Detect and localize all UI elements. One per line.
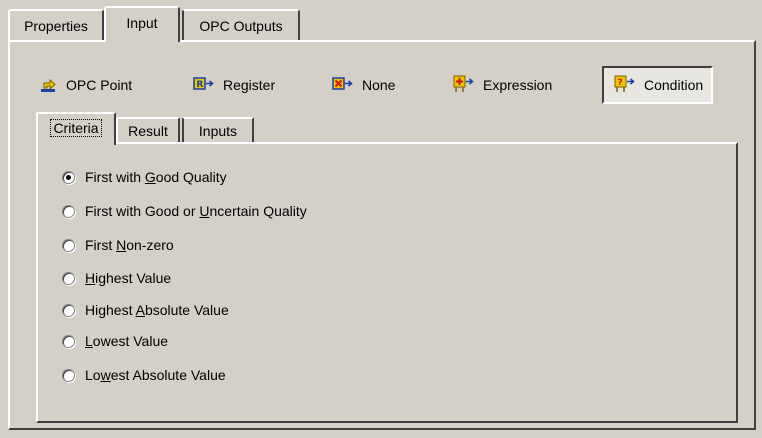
source-register-button[interactable]: R Register	[193, 72, 275, 98]
tab-inputs-label: Inputs	[198, 123, 238, 139]
tab-criteria-label: Criteria	[50, 119, 102, 137]
radio-label: Lowest Value	[85, 333, 169, 349]
radio-button-selected[interactable]	[62, 170, 75, 184]
source-opc-point-label: OPC Point	[66, 77, 133, 93]
source-register-label: Register	[223, 77, 276, 93]
radio-label: First with Good Quality	[85, 169, 227, 185]
svg-text:R: R	[197, 80, 204, 90]
source-opc-point-button[interactable]: OPC Point	[40, 72, 132, 98]
tab-result[interactable]: Result	[116, 117, 180, 143]
register-icon: R	[193, 76, 215, 95]
radio-label: First Non-zero	[85, 237, 174, 253]
radio-button[interactable]	[62, 204, 75, 218]
radio-button[interactable]	[62, 334, 75, 348]
tab-inputs[interactable]: Inputs	[182, 117, 254, 143]
source-none-label: None	[362, 77, 396, 93]
tab-properties-label: Properties	[24, 17, 88, 34]
radio-highest-value[interactable]: Highest Value	[62, 267, 171, 289]
radio-first-good-or-uncertain-quality[interactable]: First with Good or Uncertain Quality	[62, 200, 307, 222]
radio-button[interactable]	[62, 271, 75, 285]
radio-first-good-quality[interactable]: First with Good Quality	[62, 166, 227, 188]
radio-label: First with Good or Uncertain Quality	[85, 203, 307, 219]
source-condition-button[interactable]: ? Condition	[602, 66, 714, 104]
none-icon	[332, 76, 354, 95]
radio-button[interactable]	[62, 238, 75, 252]
source-none-button[interactable]: None	[332, 72, 395, 98]
tab-result-label: Result	[128, 123, 168, 139]
tab-properties[interactable]: Properties	[8, 9, 104, 40]
source-condition-label: Condition	[644, 77, 704, 93]
tab-criteria[interactable]: Criteria	[36, 112, 116, 145]
source-expression-label: Expression	[483, 77, 553, 93]
tab-opc-outputs[interactable]: OPC Outputs	[182, 9, 300, 40]
tab-opc-outputs-label: OPC Outputs	[199, 17, 283, 34]
radio-lowest-value[interactable]: Lowest Value	[62, 330, 168, 352]
radio-first-non-zero[interactable]: First Non-zero	[62, 234, 174, 256]
tab-input[interactable]: Input	[104, 6, 180, 42]
expression-icon	[453, 75, 475, 96]
svg-text:?: ?	[618, 78, 623, 88]
radio-highest-absolute-value[interactable]: Highest Absolute Value	[62, 299, 229, 321]
radio-button[interactable]	[62, 303, 75, 317]
radio-label: Highest Absolute Value	[85, 302, 229, 318]
tab-input-label: Input	[126, 15, 158, 31]
condition-icon: ?	[614, 75, 636, 96]
source-expression-button[interactable]: Expression	[453, 72, 552, 98]
radio-button[interactable]	[62, 368, 75, 382]
radio-label: Highest Value	[85, 270, 172, 286]
radio-label: Lowest Absolute Value	[85, 367, 226, 383]
opc-point-icon	[40, 75, 58, 96]
radio-lowest-absolute-value[interactable]: Lowest Absolute Value	[62, 364, 226, 386]
